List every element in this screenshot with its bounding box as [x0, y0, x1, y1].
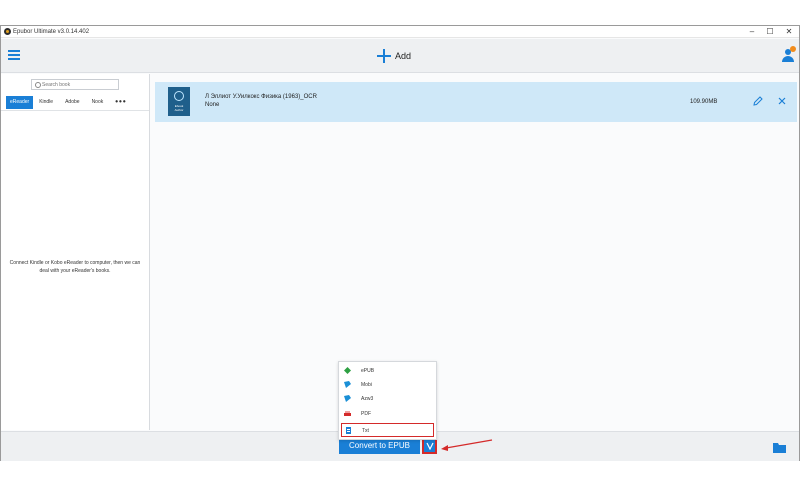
menu-item-label: Mobi — [361, 382, 372, 388]
menu-item-label: Txt — [362, 428, 369, 434]
chevron-down-icon — [426, 442, 434, 450]
add-button[interactable]: Add — [377, 46, 411, 66]
menu-item-epub[interactable]: ePUB — [339, 364, 436, 378]
book-cover: Ebook Author — [168, 87, 190, 116]
sidebar: eReader Kindle Adobe Nook ••• Connect Ki… — [1, 74, 150, 430]
menu-item-txt[interactable]: Txt — [341, 423, 434, 437]
tab-ereader[interactable]: eReader — [6, 96, 34, 109]
search-box[interactable] — [31, 79, 119, 90]
book-list-panel: Ebook Author Л Эллиот У.Уилкокс Физика (… — [152, 74, 799, 430]
hamburger-icon[interactable] — [8, 50, 20, 60]
mobi-icon — [344, 381, 351, 388]
cover-text-2: Author — [174, 108, 184, 112]
format-menu: ePUB Mobi Azw3 PDF Txt — [338, 361, 437, 440]
sidebar-message: Connect Kindle or Kobo eReader to comput… — [9, 260, 141, 274]
more-tabs-button[interactable]: ••• — [109, 96, 132, 109]
window-title: Epubor Ultimate v3.0.14.402 — [13, 29, 90, 35]
pdf-icon — [344, 411, 351, 416]
book-title: Л Эллиот У.Уилкокс Физика (1963)_OCR — [205, 94, 317, 100]
annotation-arrow — [441, 439, 493, 451]
folder-icon[interactable] — [773, 442, 786, 453]
title-bar: Epubor Ultimate v3.0.14.402 – ☐ ✕ — [1, 26, 799, 38]
close-window-button[interactable]: ✕ — [780, 26, 798, 37]
book-size: 109.90MB — [690, 99, 718, 105]
maximize-button[interactable]: ☐ — [761, 26, 779, 37]
book-row[interactable]: Ebook Author Л Эллиот У.Уилкокс Физика (… — [155, 82, 797, 122]
minimize-button[interactable]: – — [743, 26, 761, 37]
app-logo-icon — [4, 28, 11, 35]
add-label: Add — [395, 51, 412, 61]
search-icon — [35, 82, 41, 88]
menu-item-azw3[interactable]: Azw3 — [339, 392, 436, 406]
menu-item-label: ePUB — [361, 368, 375, 374]
pencil-icon[interactable] — [752, 95, 764, 107]
azw3-icon — [344, 395, 351, 402]
txt-icon — [346, 427, 351, 434]
tabs-divider — [1, 110, 149, 111]
menu-item-mobi[interactable]: Mobi — [339, 378, 436, 392]
book-author: None — [205, 102, 220, 108]
tab-nook[interactable]: Nook — [86, 96, 110, 109]
convert-button[interactable]: Convert to EPUB — [339, 438, 420, 454]
toolbar: Add — [1, 39, 799, 73]
notification-badge — [790, 46, 796, 52]
plus-icon — [377, 49, 391, 63]
menu-item-label: PDF — [361, 411, 371, 417]
user-icon[interactable] — [781, 46, 796, 62]
tab-adobe[interactable]: Adobe — [59, 96, 85, 109]
search-input[interactable] — [42, 80, 116, 89]
menu-item-pdf[interactable]: PDF — [339, 407, 436, 421]
device-tabs: eReader Kindle Adobe Nook ••• — [6, 96, 133, 109]
menu-item-label: Azw3 — [361, 396, 374, 402]
epub-icon — [344, 367, 351, 374]
lightbulb-icon — [174, 91, 184, 101]
tab-kindle[interactable]: Kindle — [33, 96, 59, 109]
remove-book-icon[interactable] — [776, 95, 788, 107]
